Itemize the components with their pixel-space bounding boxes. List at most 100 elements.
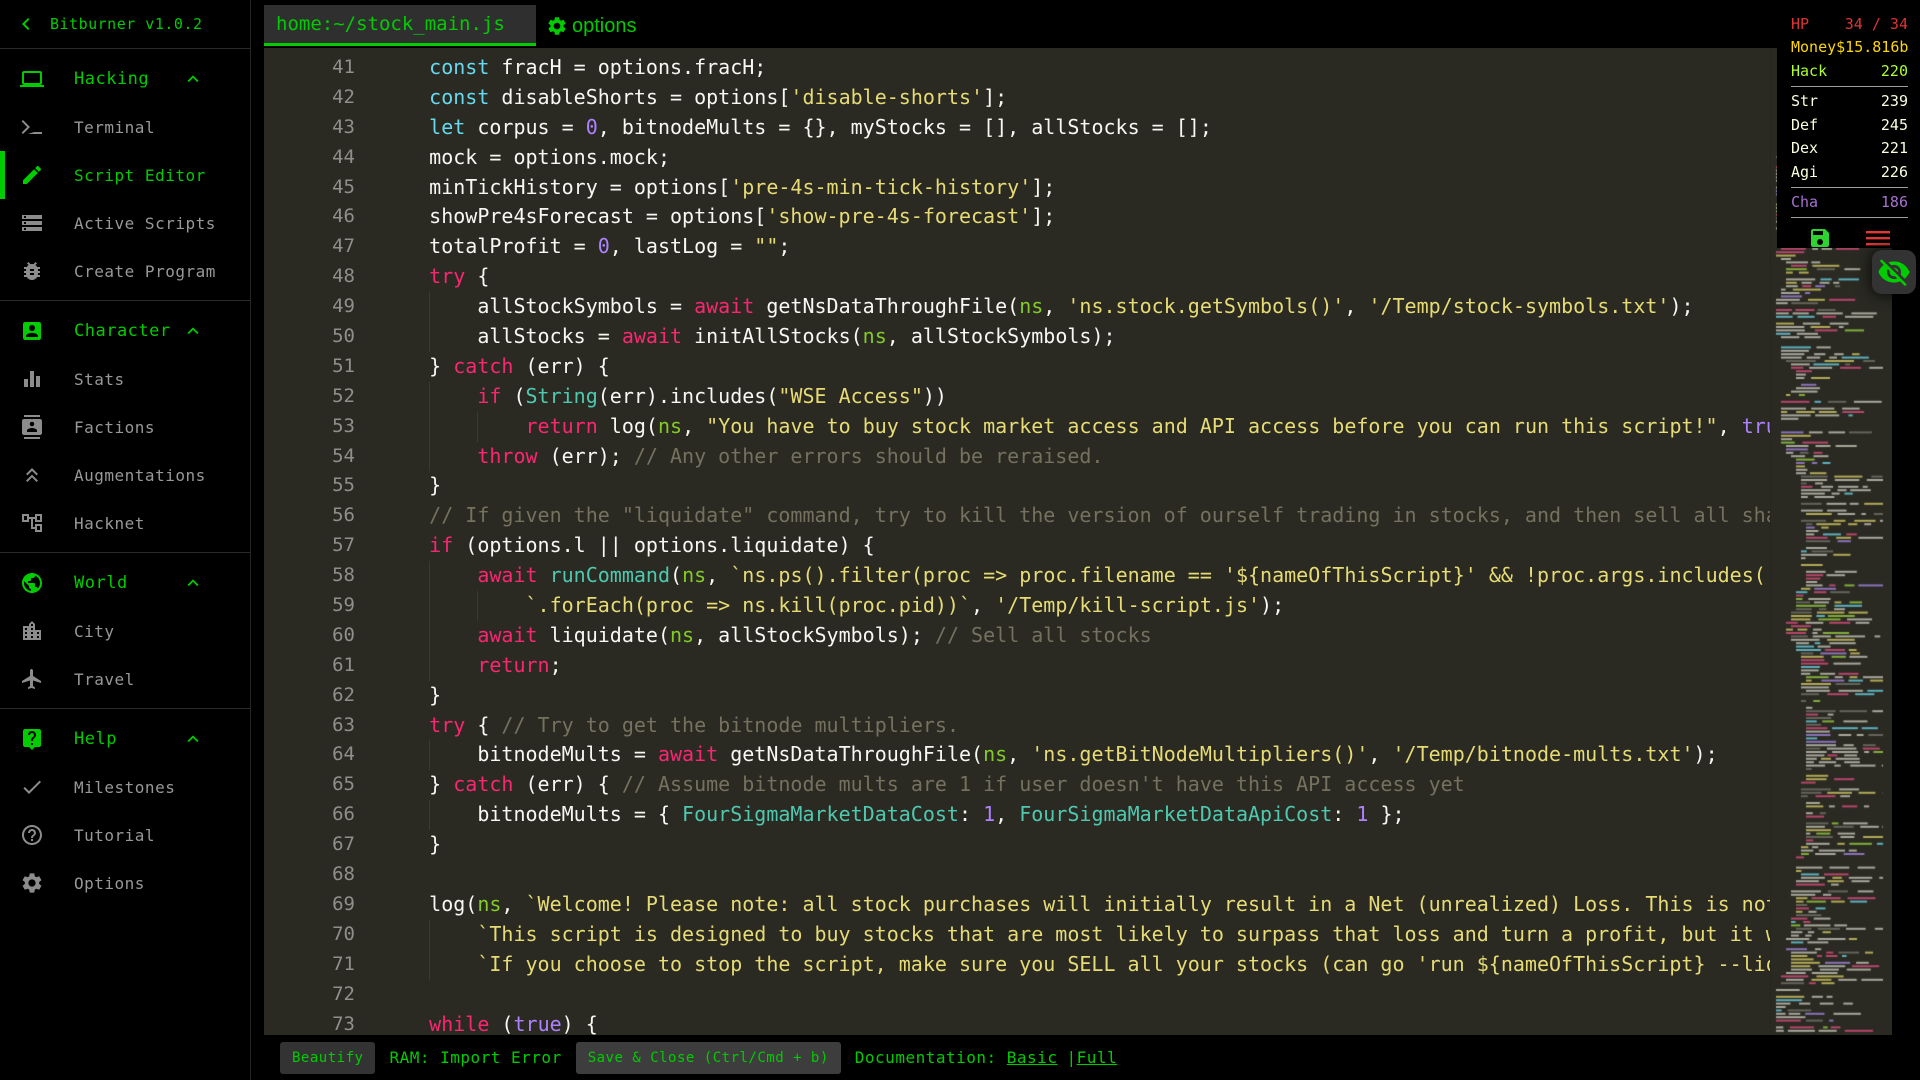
code-line[interactable]: totalProfit = 0, lastLog = "";: [381, 232, 1770, 262]
chevron-up-icon: [182, 728, 204, 750]
code-line[interactable]: bitnodeMults = { FourSigmaMarketDataCost…: [381, 800, 1770, 831]
code-line[interactable]: } catch (err) { // Assume bitnode mults …: [381, 770, 1770, 800]
indent-guide: [429, 561, 431, 592]
code-line[interactable]: await runCommand(ns, `ns.ps().filter(pro…: [381, 561, 1770, 592]
overview-visibility-toggle[interactable]: [1872, 250, 1916, 294]
sidebar-item-city[interactable]: City: [0, 607, 250, 655]
code-line[interactable]: if (String(err).includes("WSE Access")): [381, 381, 1770, 412]
code-line[interactable]: `This script is designed to buy stocks t…: [381, 919, 1770, 950]
double-arrow-up-icon: [20, 463, 44, 487]
help-bubble-icon: [20, 727, 44, 751]
sidebar-item-hacknet[interactable]: Hacknet: [0, 499, 250, 547]
code-line[interactable]: return;: [381, 650, 1770, 681]
sidebar-item-label: Hacknet: [74, 513, 145, 533]
line-number: 71: [332, 952, 355, 975]
editor-options-button[interactable]: options: [546, 8, 637, 44]
sidebar-item-tutorial[interactable]: Tutorial: [0, 811, 250, 859]
code-line[interactable]: allStocks = await initAllStocks(ns, allS…: [381, 322, 1770, 352]
sidebar-section-world[interactable]: World: [0, 559, 250, 607]
save-close-button[interactable]: Save & Close (Ctrl/Cmd + b): [575, 1041, 841, 1074]
code-line[interactable]: return log(ns, "You have to buy stock ma…: [381, 411, 1770, 442]
indent-guide: [429, 949, 431, 980]
airplane-icon: [20, 667, 44, 691]
eye-off-icon: [1877, 255, 1911, 289]
person-icon: [20, 319, 44, 343]
stat-label: Hack: [1791, 61, 1828, 80]
code-line[interactable]: while (true) {: [381, 1010, 1770, 1036]
code-line[interactable]: `If you choose to stop the script, make …: [381, 949, 1770, 980]
collapse-sidebar-button[interactable]: [14, 12, 38, 36]
code-line[interactable]: try { // Try to get the bitnode multipli…: [381, 711, 1770, 741]
sidebar-divider: [0, 708, 250, 709]
code-line[interactable]: try {: [381, 262, 1770, 292]
line-number: 70: [332, 922, 355, 945]
code-line[interactable]: if (options.l || options.liquidate) {: [381, 531, 1770, 561]
documentation-full-link[interactable]: Full: [1077, 1048, 1118, 1067]
indent-guide: [477, 591, 479, 621]
sidebar-item-terminal[interactable]: Terminal: [0, 103, 250, 151]
code-line[interactable]: bitnodeMults = await getNsDataThroughFil…: [381, 740, 1770, 771]
code-line[interactable]: await liquidate(ns, allStockSymbols); //…: [381, 620, 1770, 651]
sidebar-item-travel[interactable]: Travel: [0, 655, 250, 703]
gear-icon: [546, 15, 568, 37]
sidebar-divider: [0, 300, 250, 301]
sidebar-section-label: World: [74, 573, 128, 593]
app-version-title: Bitburner v1.0.2: [50, 15, 203, 33]
line-number: 61: [332, 653, 355, 676]
terminal-icon: [20, 115, 44, 139]
sidebar-item-options[interactable]: Options: [0, 859, 250, 907]
line-number: 51: [332, 354, 355, 377]
sidebar-item-augmentations[interactable]: Augmentations: [0, 451, 250, 499]
code-line[interactable]: const fracH = options.fracH;: [381, 53, 1770, 83]
code-line[interactable]: }: [381, 471, 1770, 501]
code-line[interactable]: }: [381, 681, 1770, 711]
sidebar-item-label: Stats: [74, 369, 125, 389]
beautify-button[interactable]: Beautify: [280, 1041, 376, 1074]
code-line[interactable]: throw (err); // Any other errors should …: [381, 441, 1770, 472]
line-number: 67: [332, 833, 355, 856]
sidebar-section-hacking[interactable]: Hacking: [0, 55, 250, 103]
editor-tab-bar: home:~/stock_main.js options: [250, 0, 1920, 48]
documentation-basic-link[interactable]: Basic: [1007, 1048, 1058, 1067]
sidebar-item-label: Milestones: [74, 777, 176, 797]
stat-row-hack: Hack 220: [1791, 59, 1908, 83]
sidebar-item-script-editor[interactable]: Script Editor: [0, 151, 250, 199]
open-file-tab[interactable]: home:~/stock_main.js: [264, 5, 536, 46]
indent-guide: [429, 322, 431, 352]
sidebar-section-character[interactable]: Character: [0, 307, 250, 355]
sidebar-item-active-scripts[interactable]: Active Scripts: [0, 199, 250, 247]
sidebar-item-milestones[interactable]: Milestones: [0, 763, 250, 811]
code-line[interactable]: allStockSymbols = await getNsDataThrough…: [381, 292, 1770, 323]
sidebar-section-label: Character: [74, 321, 171, 341]
globe-icon: [20, 571, 44, 595]
sidebar-item-create-program[interactable]: Create Program: [0, 247, 250, 295]
code-line[interactable]: [381, 980, 1770, 1010]
code-line[interactable]: showPre4sForecast = options['show-pre-4s…: [381, 202, 1770, 232]
code-line[interactable]: }: [381, 830, 1770, 860]
code-line[interactable]: `.forEach(proc => ns.kill(proc.pid))`, '…: [381, 591, 1770, 621]
save-game-button[interactable]: [1808, 226, 1832, 250]
code-line[interactable]: let corpus = 0, bitnodeMults = {}, mySto…: [381, 113, 1770, 143]
line-number: 65: [332, 773, 355, 796]
indent-guide: [429, 411, 431, 442]
kill-scripts-button[interactable]: [1865, 228, 1891, 248]
laptop-icon: [20, 67, 44, 91]
code-area[interactable]: const fracH = options.fracH; const disab…: [381, 53, 1770, 1035]
code-line[interactable]: const disableShorts = options['disable-s…: [381, 83, 1770, 113]
line-number: 66: [332, 803, 355, 826]
sidebar-section-label: Help: [74, 729, 117, 749]
editor-status-bar: Beautify RAM: Import Error Save & Close …: [250, 1035, 1920, 1080]
sidebar-item-stats[interactable]: Stats: [0, 355, 250, 403]
code-line[interactable]: log(ns, `Welcome! Please note: all stock…: [381, 890, 1770, 920]
sidebar-item-label: City: [74, 621, 115, 641]
sidebar-section-help[interactable]: Help: [0, 715, 250, 763]
code-line[interactable]: // If given the "liquidate" command, try…: [381, 501, 1770, 531]
code-line[interactable]: minTickHistory = options['pre-4s-min-tic…: [381, 173, 1770, 203]
sidebar-item-factions[interactable]: Factions: [0, 403, 250, 451]
code-line[interactable]: } catch (err) {: [381, 352, 1770, 382]
code-line[interactable]: mock = options.mock;: [381, 143, 1770, 173]
code-line[interactable]: [381, 860, 1770, 890]
script-editor: 41 42 43 44 45 46 47 48 49 50 51 52 53 54 55 56 57 58 59 60…: [264, 48, 1893, 1035]
indent-guide: [429, 441, 431, 472]
stat-label: HP: [1791, 14, 1810, 33]
